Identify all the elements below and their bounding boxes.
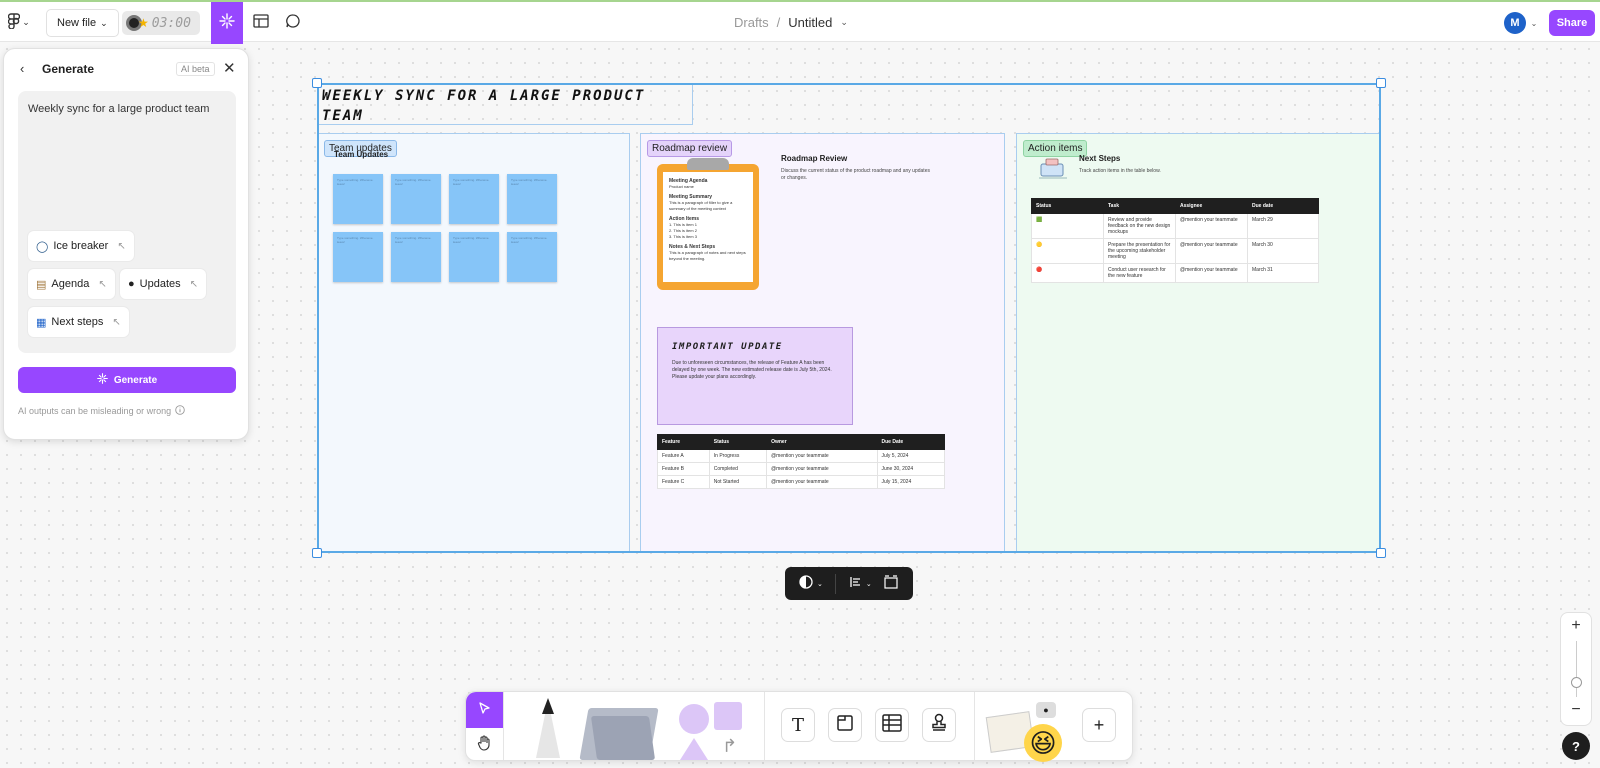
- selection-frame: [317, 83, 1381, 553]
- add-button[interactable]: +: [1082, 708, 1116, 742]
- top-bar: ⌄ New file ⌄ ★ 03:00 Drafts / Untitled ⌄…: [0, 0, 1600, 44]
- text-tool-icon: T: [791, 714, 804, 736]
- ai-generate-button[interactable]: [211, 2, 243, 44]
- color-fill-icon[interactable]: [799, 575, 813, 592]
- timer-value: 03:00: [151, 15, 191, 31]
- zoom-out-button[interactable]: −: [1561, 701, 1591, 719]
- back-arrow-icon[interactable]: ‹: [20, 61, 24, 76]
- camera-sticker-icon: ●: [1036, 702, 1056, 718]
- toolbar-divider: [974, 692, 975, 760]
- file-name[interactable]: Untitled: [788, 15, 832, 30]
- frame-icon[interactable]: [884, 575, 898, 592]
- next-steps-icon: ▦: [36, 316, 47, 329]
- laughing-emoji-icon: 😆: [1024, 724, 1062, 762]
- arrow-up-left-icon: ↖: [98, 278, 107, 290]
- main-menu-button[interactable]: ⌄: [6, 10, 32, 34]
- zoom-slider-handle[interactable]: [1571, 677, 1582, 688]
- cursor-arrow-icon: [478, 702, 491, 718]
- resize-handle[interactable]: [312, 548, 322, 558]
- hand-icon: [477, 734, 492, 754]
- chip-ice-breaker[interactable]: ◯ Ice breaker ↖: [28, 231, 134, 261]
- ai-sparkle-icon: [219, 12, 235, 34]
- table-icon: [253, 13, 269, 33]
- timer-widget[interactable]: ★ 03:00: [122, 11, 200, 35]
- chip-label: Updates: [139, 278, 181, 290]
- stamp-tool[interactable]: [922, 708, 956, 742]
- resize-handle[interactable]: [1376, 78, 1386, 88]
- generate-panel: ‹ Generate AI beta ✕ Weekly sync for a l…: [3, 48, 249, 440]
- help-button[interactable]: ?: [1562, 732, 1590, 760]
- hand-tool[interactable]: [466, 728, 503, 760]
- table-tool-icon: [882, 713, 902, 737]
- connector-arrow-icon[interactable]: ↱: [722, 736, 737, 757]
- chip-next-steps[interactable]: ▦ Next steps ↖: [28, 307, 129, 337]
- chip-agenda[interactable]: ▤ Agenda ↖: [28, 269, 115, 299]
- section-tool-icon: [836, 714, 854, 737]
- breadcrumb-drafts[interactable]: Drafts: [734, 15, 769, 30]
- zoom-in-button[interactable]: +: [1561, 617, 1591, 635]
- toolbar-divider: [503, 692, 504, 760]
- comment-icon: [285, 13, 301, 34]
- table-tool[interactable]: [875, 708, 909, 742]
- toolbar-divider: [764, 692, 765, 760]
- chip-label: Agenda: [51, 278, 90, 290]
- new-file-button[interactable]: New file ⌄: [46, 9, 119, 37]
- table-button[interactable]: [250, 12, 272, 34]
- close-icon[interactable]: ✕: [223, 59, 236, 77]
- agenda-icon: ▤: [36, 278, 47, 291]
- bottom-toolbar: ↱ T ● 😆 +: [465, 691, 1133, 762]
- ai-sparkle-icon: [96, 373, 108, 387]
- chevron-down-icon[interactable]: ⌄: [817, 580, 823, 588]
- align-icon[interactable]: [850, 576, 862, 591]
- text-tool[interactable]: T: [781, 708, 815, 742]
- arrow-up-left-icon: ↖: [117, 240, 126, 252]
- breadcrumb-separator: /: [776, 15, 781, 30]
- chevron-down-icon: ⌄: [100, 17, 108, 28]
- stamp-tool-icon: [930, 713, 948, 738]
- plus-icon: +: [1093, 714, 1105, 735]
- sticky-note-icon: [590, 716, 656, 760]
- chevron-down-icon[interactable]: ⌄: [840, 17, 848, 28]
- toolbar-divider: [834, 573, 836, 594]
- ice-breaker-icon: ◯: [36, 240, 49, 253]
- chevron-down-icon[interactable]: ⌄: [866, 580, 872, 588]
- panel-title: Generate: [42, 62, 95, 76]
- shape-square-icon[interactable]: [714, 702, 742, 730]
- shape-triangle-icon[interactable]: [680, 738, 708, 760]
- new-file-label: New file: [57, 17, 97, 29]
- arrow-up-left-icon: ↖: [189, 278, 199, 290]
- section-tool[interactable]: [828, 708, 862, 742]
- chevron-down-icon: ⌄: [22, 16, 30, 27]
- zoom-slider-track[interactable]: [1576, 641, 1577, 697]
- share-button[interactable]: Share: [1549, 10, 1595, 36]
- star-icon: ★: [138, 16, 149, 30]
- ai-beta-badge: AI beta: [176, 62, 215, 76]
- figma-logo-icon: [8, 12, 21, 32]
- comment-button[interactable]: [282, 12, 304, 34]
- stickers-widgets-tool[interactable]: ● 😆: [985, 702, 1062, 762]
- panel-header: ‹ Generate AI beta ✕: [4, 59, 250, 79]
- resize-handle[interactable]: [1376, 548, 1386, 558]
- updates-icon: ●: [128, 278, 135, 290]
- disclaimer-text: AI outputs can be misleading or wrong: [18, 406, 172, 416]
- ai-disclaimer: AI outputs can be misleading or wrong: [18, 405, 185, 417]
- chevron-down-icon[interactable]: ⌄: [1529, 16, 1539, 30]
- selection-toolbar: ⌄ ⌄: [785, 567, 913, 600]
- generate-button[interactable]: Generate: [18, 367, 236, 393]
- arrow-up-left-icon: ↖: [112, 316, 121, 328]
- generate-label: Generate: [113, 374, 158, 386]
- chip-label: Next steps: [51, 316, 104, 328]
- zoom-control: + −: [1560, 612, 1592, 726]
- user-avatar[interactable]: M: [1504, 12, 1526, 34]
- prompt-text[interactable]: Weekly sync for a large product team: [28, 103, 209, 115]
- breadcrumb: Drafts / Untitled ⌄: [734, 15, 848, 30]
- chip-label: Ice breaker: [53, 240, 109, 252]
- prompt-input[interactable]: Weekly sync for a large product team ◯ I…: [18, 91, 236, 353]
- shape-circle-icon[interactable]: [679, 704, 709, 734]
- move-tool[interactable]: [466, 692, 503, 728]
- info-icon[interactable]: [175, 405, 185, 417]
- resize-handle[interactable]: [312, 78, 322, 88]
- chip-updates[interactable]: ● Updates ↖: [120, 269, 207, 299]
